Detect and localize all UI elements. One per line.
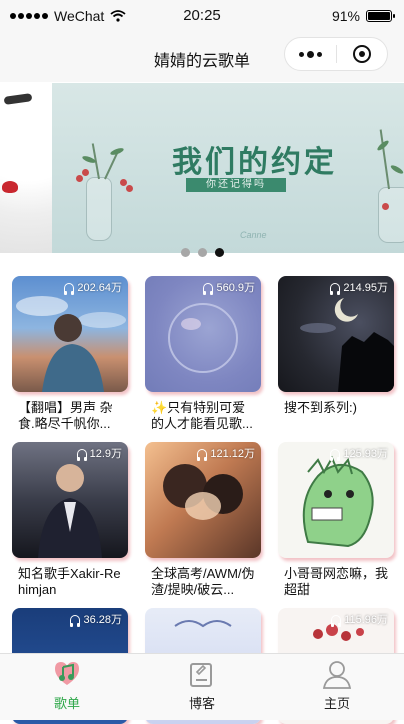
play-count: 202.64万 <box>64 279 122 295</box>
carousel-indicator <box>0 248 404 257</box>
tab-bar: 歌单 博客 主页 <box>0 653 404 720</box>
headphones-icon <box>330 282 341 295</box>
playlist-card[interactable]: 214.95万 搜不到系列:) <box>278 276 394 432</box>
headphones-icon <box>76 448 87 461</box>
playlist-title: 知名歌手Xakir-Rehimjan <box>18 566 121 597</box>
more-menu-icon[interactable] <box>285 50 336 58</box>
playlist-cover[interactable]: 121.12万 <box>145 442 261 558</box>
playlist-title: 全球高考/AWM/伪渣/提映/破云... <box>151 566 255 597</box>
playlist-title: 【翻唱】男声 杂食.略尽千帆你... <box>18 400 113 431</box>
playlist-cover[interactable]: 560.9万 <box>145 276 261 392</box>
headphones-icon <box>64 282 75 295</box>
user-icon <box>322 659 352 689</box>
close-miniprogram-button[interactable] <box>336 45 387 63</box>
music-note-icon <box>52 659 82 689</box>
playlist-cover[interactable]: 125.93万 <box>278 442 394 558</box>
banner-carousel[interactable]: 我们的约定 你还记得吗 Canne <box>0 83 404 253</box>
tab-profile[interactable]: 主页 <box>270 654 404 720</box>
playlist-cover[interactable]: 214.95万 <box>278 276 394 392</box>
playlist-title: 小哥哥网恋嘛，我超甜 <box>284 566 389 597</box>
target-icon <box>352 45 371 63</box>
banner-prev-slide <box>0 83 52 253</box>
carousel-dot[interactable] <box>197 248 207 257</box>
tab-blog[interactable]: 博客 <box>135 654 269 720</box>
playlist-card[interactable]: 125.93万 小哥哥网恋嘛，我超甜 <box>278 442 394 598</box>
playlist-card[interactable]: 121.12万 全球高考/AWM/伪渣/提映/破云... <box>145 442 261 598</box>
banner-subtitle: 你还记得吗 <box>186 178 286 192</box>
miniprogram-capsule <box>284 37 388 71</box>
battery-percent: 91% <box>331 8 360 24</box>
playlist-title: 搜不到系列:) <box>284 400 357 415</box>
play-count: 36.28万 <box>70 611 122 627</box>
battery-icon <box>366 10 395 22</box>
headphones-icon <box>330 448 341 461</box>
playlist-card[interactable]: 12.9万 知名歌手Xakir-Rehimjan <box>12 442 128 598</box>
play-count: 125.93万 <box>330 445 388 461</box>
play-count: 12.9万 <box>76 445 122 461</box>
banner-title: 我们的约定 <box>172 145 337 180</box>
carousel-dot-active[interactable] <box>214 248 224 257</box>
blog-edit-icon <box>187 659 217 689</box>
tab-playlist[interactable]: 歌单 <box>0 654 134 720</box>
headphones-icon <box>331 614 342 627</box>
playlist-card[interactable]: 560.9万 ✨只有特别可爱的人才能看见歌... <box>145 276 261 432</box>
headphones-icon <box>70 614 81 627</box>
tab-label: 歌单 <box>53 696 80 711</box>
play-count: 115.96万 <box>331 611 388 627</box>
headphones-icon <box>197 448 208 461</box>
playlist-cover[interactable]: 202.64万 <box>12 276 128 392</box>
banner-slide[interactable]: 我们的约定 你还记得吗 Canne <box>52 83 404 253</box>
status-bar: WeChat 20:25 91% <box>0 0 404 32</box>
play-count: 214.95万 <box>330 279 388 295</box>
tab-label: 博客 <box>188 696 215 711</box>
play-count: 560.9万 <box>203 279 255 295</box>
headphones-icon <box>203 282 214 295</box>
playlist-cover[interactable]: 12.9万 <box>12 442 128 558</box>
tab-label: 主页 <box>323 696 350 711</box>
playlist-title: ✨只有特别可爱的人才能看见歌... <box>151 400 253 431</box>
banner-signature: Canne <box>240 230 267 240</box>
carousel-dot[interactable] <box>180 248 190 257</box>
play-count: 121.12万 <box>197 445 255 461</box>
playlist-card[interactable]: 202.64万 【翻唱】男声 杂食.略尽千帆你... <box>12 276 128 432</box>
navigation-bar: 婧婧的云歌单 <box>0 32 404 82</box>
